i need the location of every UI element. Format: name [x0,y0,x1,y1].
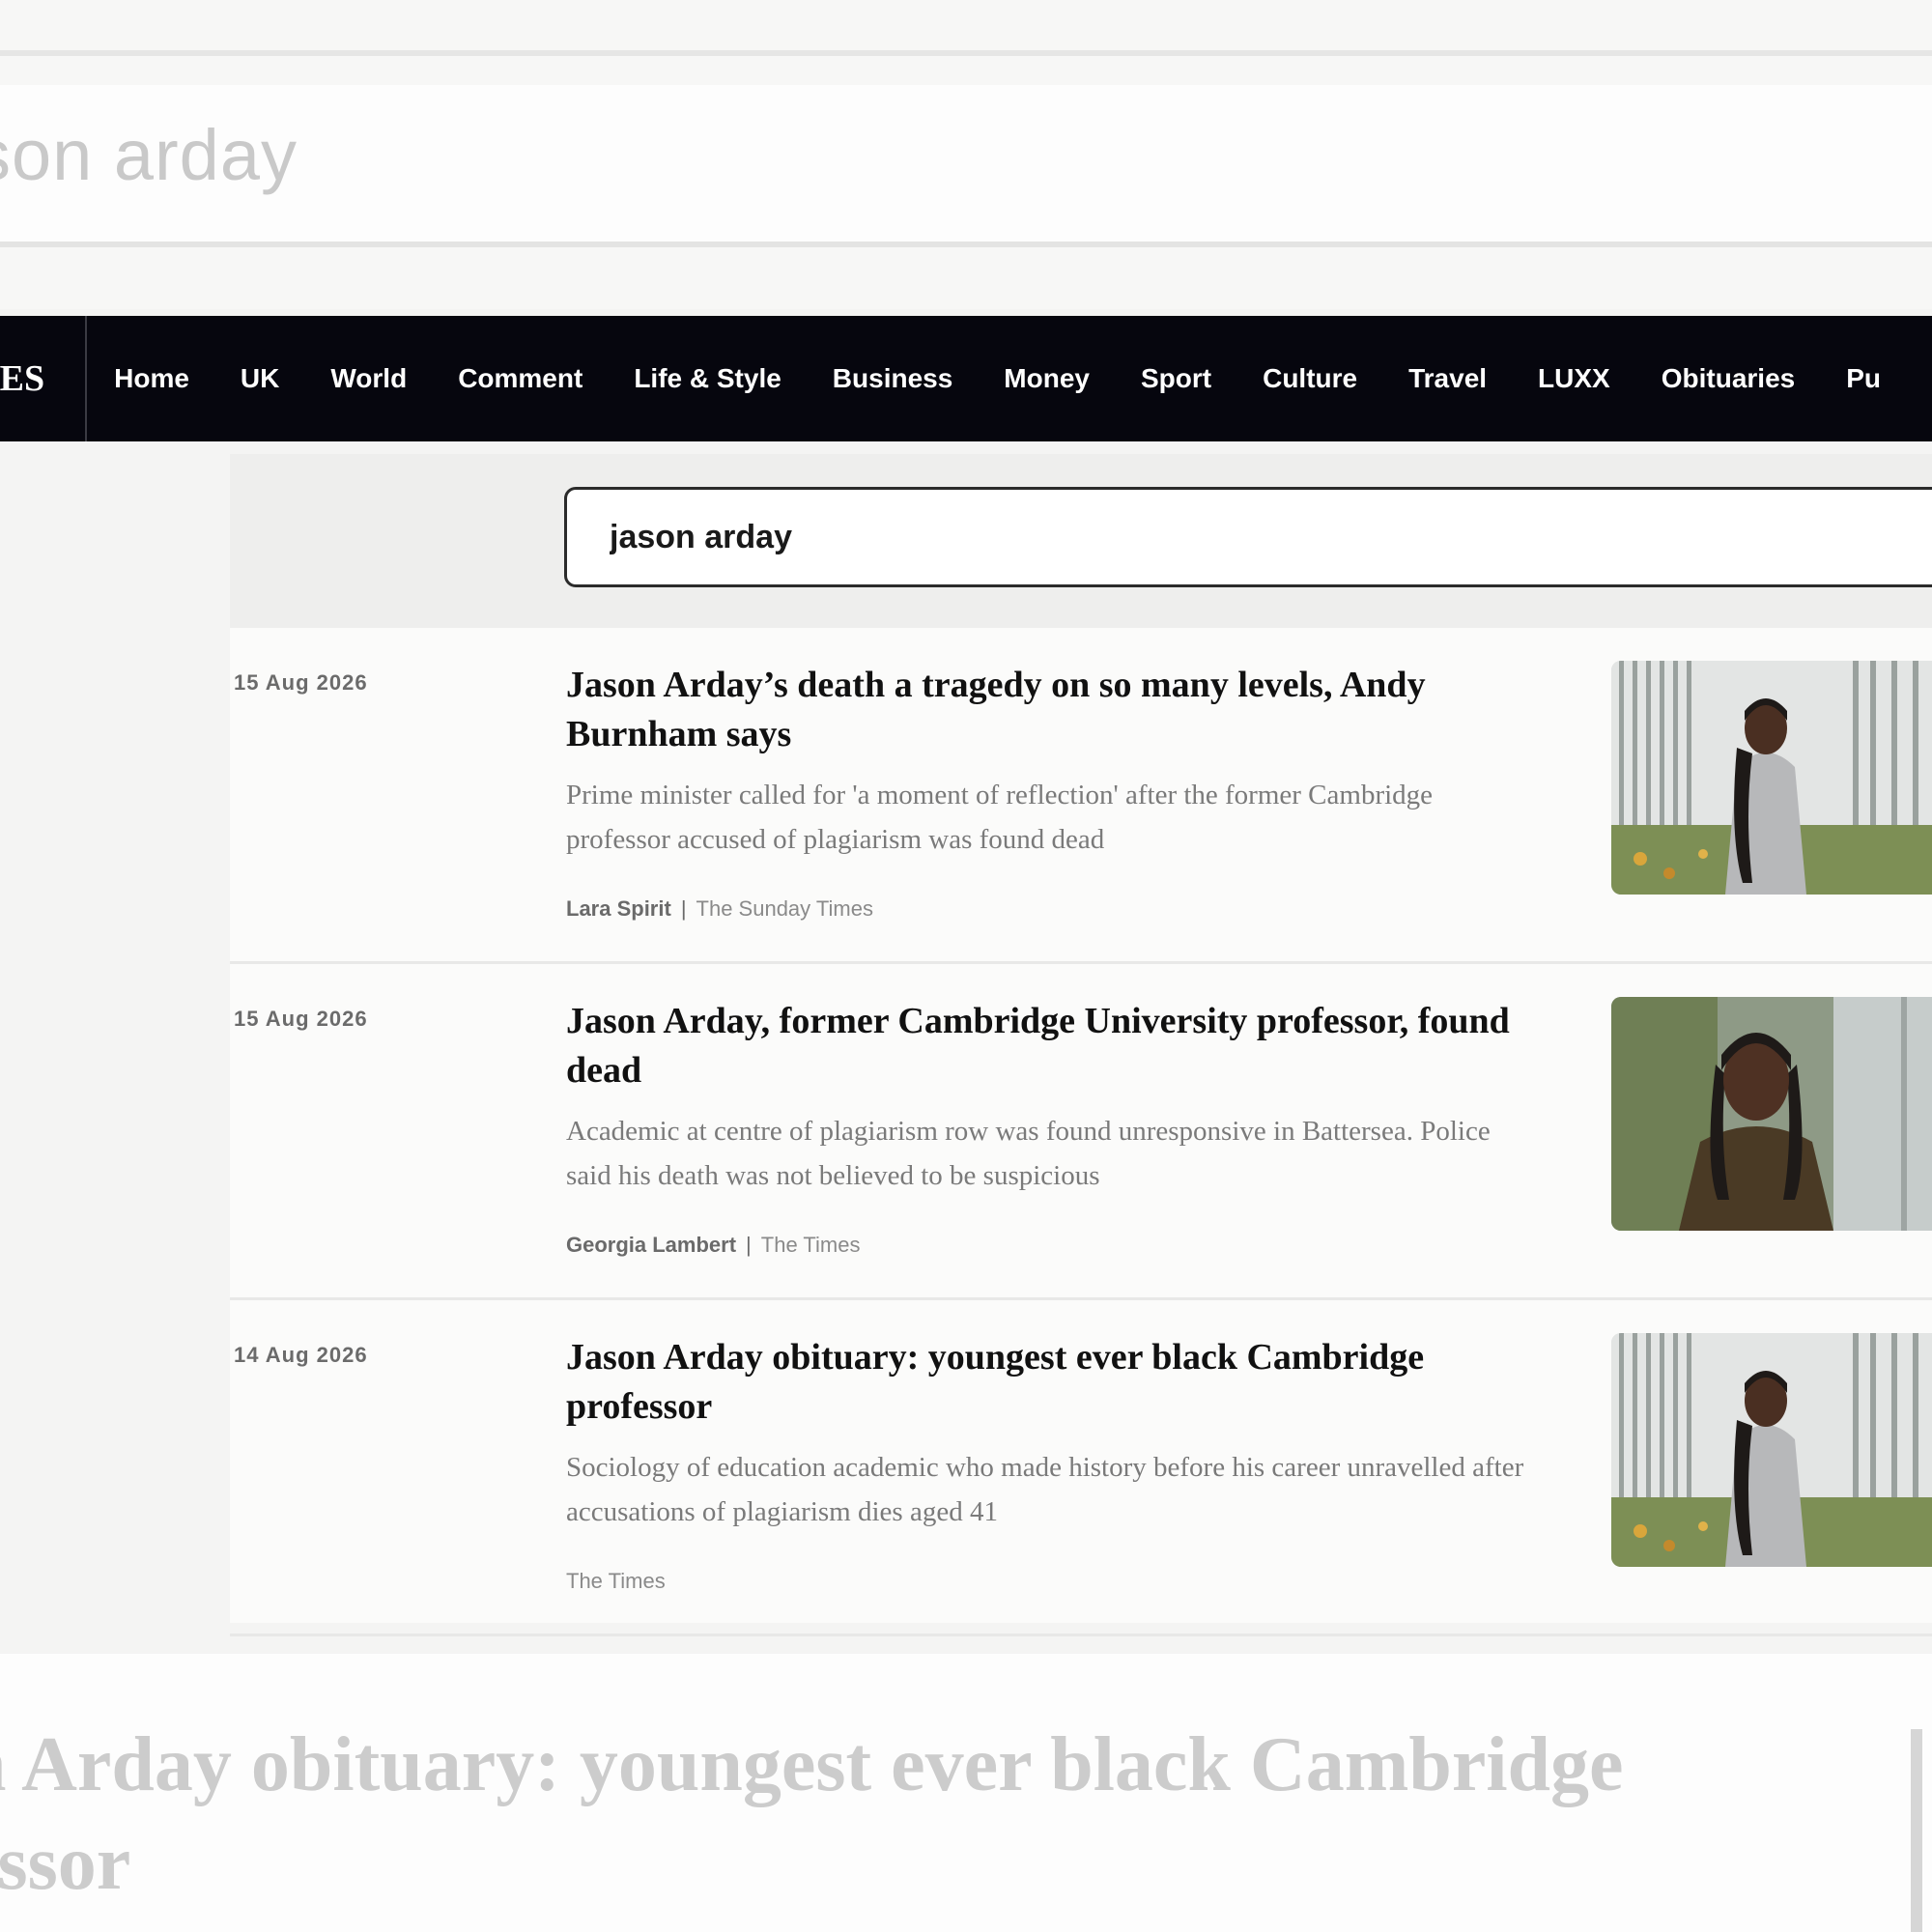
byline-publication: The Times [760,1233,861,1257]
nav-item-travel[interactable]: Travel [1408,363,1487,394]
result-title[interactable]: Jason Arday’s death a tragedy on so many… [566,661,1532,759]
nav-item-sport[interactable]: Sport [1141,363,1211,394]
result-item[interactable]: 14 Aug 2026 Jason Arday obituary: younge… [230,1300,1932,1636]
byline-separator: | [680,896,687,921]
result-thumbnail[interactable] [1611,997,1932,1231]
background-divider [0,50,1932,56]
result-date: 14 Aug 2026 [234,1343,368,1367]
result-date: 15 Aug 2026 [234,670,368,695]
background-article-headline: n Arday obituary: youngest ever black Ca… [0,1722,1624,1906]
result-byline: Lara Spirit | The Sunday Times [566,896,873,922]
main-navigation: MES Home UK World Comment Life & Style B… [0,316,1932,441]
background-image-edge [1911,1729,1922,1932]
nav-item-home[interactable]: Home [114,363,189,394]
byline-author[interactable]: Lara Spirit [566,896,671,921]
result-date: 15 Aug 2026 [234,1007,368,1031]
search-results: 15 Aug 2026 Jason Arday’s death a traged… [230,628,1932,1636]
result-summary: Academic at centre of plagiarism row was… [566,1116,1491,1191]
result-byline: The Times [566,1569,666,1594]
nav-item-luxx[interactable]: LUXX [1538,363,1610,394]
result-item[interactable]: 15 Aug 2026 Jason Arday, former Cambridg… [230,964,1932,1300]
nav-item-obituaries[interactable]: Obituaries [1662,363,1795,394]
portrait-photo-icon [1611,661,1932,895]
portrait-photo-icon [1611,997,1932,1231]
byline-author[interactable]: Georgia Lambert [566,1233,736,1257]
result-title[interactable]: Jason Arday obituary: youngest ever blac… [566,1333,1532,1432]
nav-item-truncated[interactable]: Pu [1846,363,1881,394]
site-logo[interactable]: MES [0,316,88,441]
nav-item-business[interactable]: Business [833,363,953,394]
byline-publication: The Times [566,1569,666,1593]
nav-item-uk[interactable]: UK [241,363,279,394]
nav-items: Home UK World Comment Life & Style Busin… [87,316,1932,441]
background-search-query: son arday [0,115,298,195]
nav-item-life-style[interactable]: Life & Style [634,363,781,394]
result-item[interactable]: 15 Aug 2026 Jason Arday’s death a traged… [230,628,1932,964]
nav-item-culture[interactable]: Culture [1263,363,1357,394]
search-input[interactable] [564,487,1932,587]
nav-item-money[interactable]: Money [1004,363,1090,394]
nav-item-comment[interactable]: Comment [458,363,582,394]
result-byline: Georgia Lambert | The Times [566,1233,860,1258]
result-thumbnail[interactable] [1611,661,1932,895]
result-title[interactable]: Jason Arday, former Cambridge University… [566,997,1532,1095]
result-summary: Prime minister called for 'a moment of r… [566,780,1434,855]
screenshot-page: son arday MES Home UK World Comment Life… [0,0,1932,1932]
search-panel [230,454,1932,628]
byline-publication: The Sunday Times [696,896,873,921]
nav-item-world[interactable]: World [330,363,407,394]
result-thumbnail[interactable] [1611,1333,1932,1567]
result-summary: Sociology of education academic who made… [566,1452,1524,1527]
byline-separator: | [746,1233,752,1257]
portrait-photo-icon [1611,1333,1932,1567]
